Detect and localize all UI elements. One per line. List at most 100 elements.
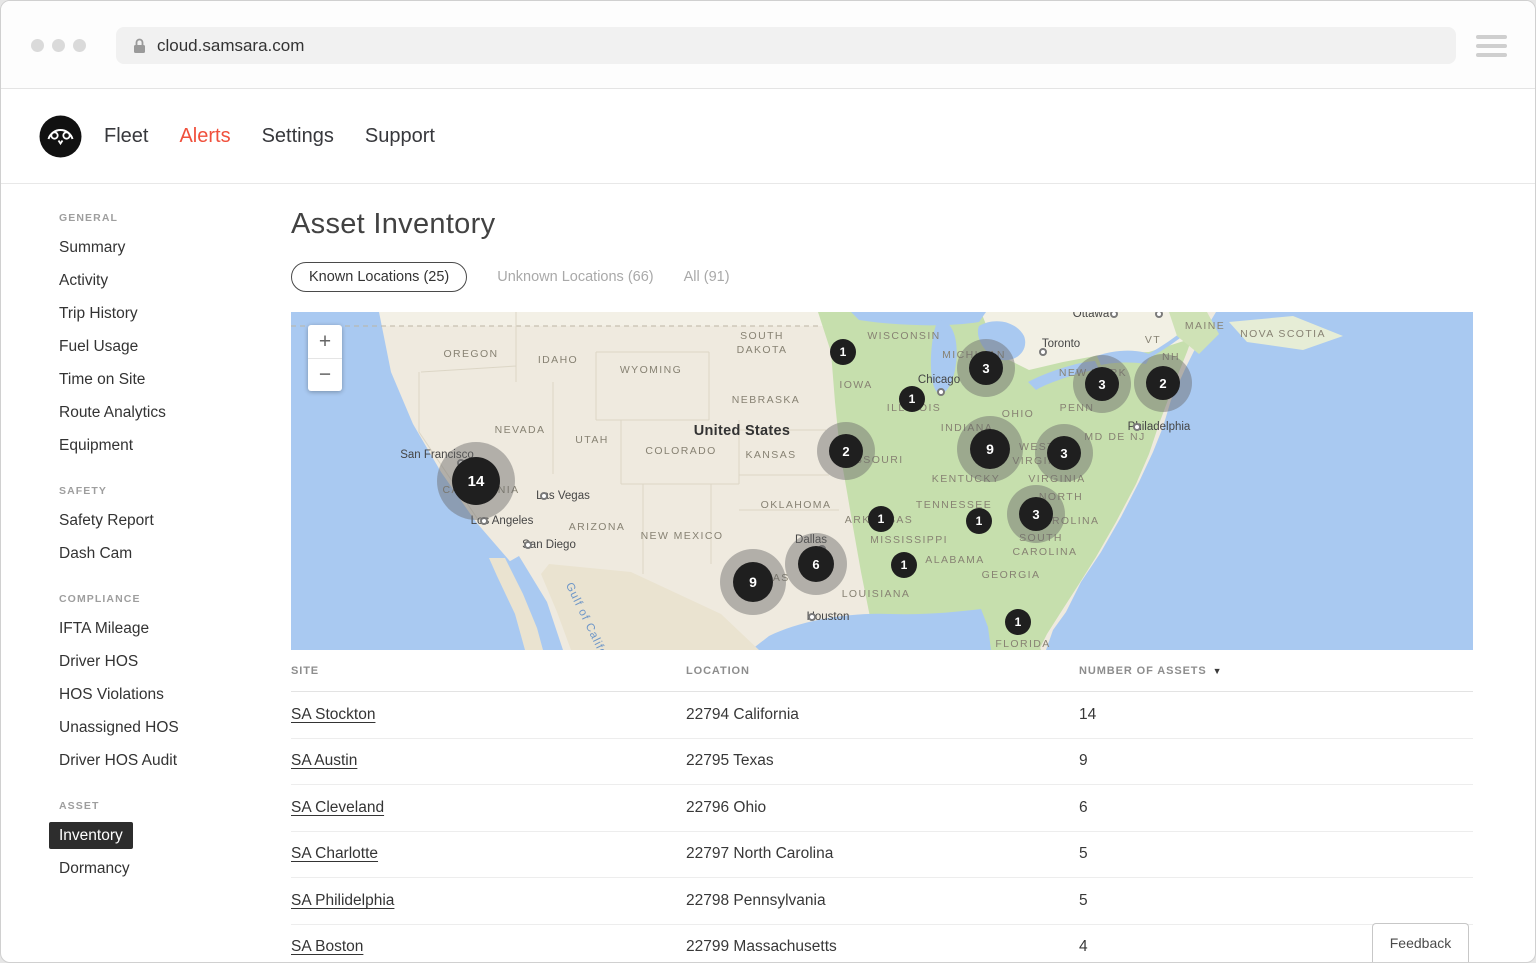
assets-count-cell: 14 — [1079, 706, 1473, 724]
browser-chrome: cloud.samsara.com — [1, 1, 1535, 89]
map-label-iowa: IOWA — [839, 379, 872, 391]
map-cluster-marker[interactable]: 2 — [1134, 354, 1192, 412]
map-cluster-marker[interactable]: 14 — [437, 442, 515, 520]
sidebar-item-ifta-mileage[interactable]: IFTA Mileage — [59, 612, 291, 645]
site-link-sa-stockton[interactable]: SA Stockton — [291, 706, 375, 723]
address-bar[interactable]: cloud.samsara.com — [116, 27, 1456, 64]
map-cluster-marker[interactable]: 9 — [720, 549, 786, 615]
location-cell: 22794 California — [686, 706, 1079, 724]
sidebar-item-safety-report[interactable]: Safety Report — [59, 504, 291, 537]
map-cluster-marker[interactable]: 1 — [830, 339, 856, 365]
sidebar-item-dormancy[interactable]: Dormancy — [59, 852, 291, 885]
sidebar-item-unassigned-hos[interactable]: Unassigned HOS — [59, 711, 291, 744]
samsara-logo[interactable] — [39, 115, 82, 158]
map-label-carolina: CAROLINA — [1013, 546, 1078, 558]
zoom-out-button[interactable]: − — [308, 358, 342, 391]
lock-icon — [133, 38, 146, 54]
map-label-wisconsin: WISCONSIN — [867, 330, 940, 342]
tab-all-91[interactable]: All (91) — [684, 269, 730, 285]
location-cell: 22799 Massachusetts — [686, 938, 1079, 956]
column-header-site[interactable]: SITE — [291, 665, 686, 677]
table-row: SA Charlotte22797 North Carolina5 — [291, 832, 1473, 879]
window-control-dot[interactable] — [31, 39, 44, 52]
site-link-sa-cleveland[interactable]: SA Cleveland — [291, 799, 384, 816]
zoom-in-button[interactable]: + — [308, 325, 342, 358]
map-cluster-marker[interactable]: 1 — [1005, 609, 1031, 635]
map-cluster-marker[interactable]: 3 — [1035, 424, 1093, 482]
map-cluster-marker[interactable]: 3 — [1007, 485, 1065, 543]
sort-descending-icon[interactable]: ▼ — [1213, 666, 1223, 676]
assets-count-cell: 9 — [1079, 752, 1473, 770]
map-label-wyoming: WYOMING — [620, 364, 682, 376]
map-label-vt: VT — [1145, 334, 1161, 346]
assets-count-cell: 5 — [1079, 845, 1473, 863]
site-link-sa-charlotte[interactable]: SA Charlotte — [291, 845, 378, 862]
site-link-sa-philidelphia[interactable]: SA Philidelphia — [291, 892, 394, 909]
nav-item-settings[interactable]: Settings — [262, 125, 334, 148]
sidebar-item-dash-cam[interactable]: Dash Cam — [59, 537, 291, 570]
feedback-button[interactable]: Feedback — [1372, 923, 1469, 962]
map-label-nova-scotia: NOVA SCOTIA — [1240, 328, 1326, 340]
sidebar-item-summary[interactable]: Summary — [59, 231, 291, 264]
map-label-colorado: COLORADO — [645, 445, 716, 457]
sidebar-item-hos-violations[interactable]: HOS Violations — [59, 678, 291, 711]
nav-item-alerts[interactable]: Alerts — [179, 125, 230, 148]
site-link-sa-austin[interactable]: SA Austin — [291, 752, 357, 769]
tab-known-locations-25[interactable]: Known Locations (25) — [291, 262, 467, 292]
map-label-mississippi: MISSISSIPPI — [870, 534, 948, 546]
map-label-oregon: OREGON — [443, 348, 498, 360]
map-cluster-marker[interactable]: 1 — [966, 508, 992, 534]
sidebar-section-title: ASSET — [59, 800, 291, 812]
browser-menu-icon[interactable] — [1476, 35, 1507, 57]
map-cluster-marker[interactable]: 9 — [957, 416, 1023, 482]
window-control-dot[interactable] — [73, 39, 86, 52]
city-dot — [808, 613, 816, 621]
table-row: SA Philidelphia22798 Pennsylvania5 — [291, 878, 1473, 925]
inventory-tabs: Known Locations (25) Unknown Locations (6… — [291, 261, 1473, 293]
nav-item-support[interactable]: Support — [365, 125, 435, 148]
map-zoom-control: + − — [308, 325, 342, 391]
column-header-location[interactable]: LOCATION — [686, 665, 1079, 677]
map-label-de-nj: DE NJ — [1108, 431, 1145, 443]
map-cluster-marker[interactable]: 1 — [868, 506, 894, 532]
sidebar-item-trip-history[interactable]: Trip History — [59, 297, 291, 330]
city-dot — [524, 541, 532, 549]
site-link-sa-boston[interactable]: SA Boston — [291, 938, 363, 955]
asset-table-header: SITE LOCATION NUMBER OF ASSETS ▼ — [291, 650, 1473, 692]
sidebar-item-fuel-usage[interactable]: Fuel Usage — [59, 330, 291, 363]
sidebar-section-title: SAFETY — [59, 485, 291, 497]
sidebar-item-route-analytics[interactable]: Route Analytics — [59, 396, 291, 429]
map-label-maine: MAINE — [1185, 320, 1225, 332]
sidebar-item-driver-hos-audit[interactable]: Driver HOS Audit — [59, 744, 291, 777]
sidebar-item-equipment[interactable]: Equipment — [59, 429, 291, 462]
asset-map[interactable]: United StatesOREGONIDAHOWYOMINGSOUTHDAKO… — [291, 312, 1473, 650]
map-label-new-mexico: NEW MEXICO — [641, 530, 724, 542]
sidebar-item-activity[interactable]: Activity — [59, 264, 291, 297]
map-label-nebraska: NEBRASKA — [732, 394, 800, 406]
location-cell: 22795 Texas — [686, 752, 1079, 770]
map-cluster-marker[interactable]: 6 — [785, 533, 847, 595]
map-cluster-marker[interactable]: 3 — [957, 339, 1015, 397]
sidebar-item-inventory[interactable]: Inventory — [59, 819, 291, 852]
map-cluster-marker[interactable]: 3 — [1073, 355, 1131, 413]
city-dot — [1039, 348, 1047, 356]
nav-item-fleet[interactable]: Fleet — [104, 125, 148, 148]
map-cluster-marker[interactable]: 2 — [817, 422, 875, 480]
tab-unknown-locations-66[interactable]: Unknown Locations (66) — [497, 269, 653, 285]
table-row: SA Stockton 22794 California14 — [291, 692, 1473, 739]
map-cluster-marker[interactable]: 1 — [891, 552, 917, 578]
assets-count-cell: 6 — [1079, 799, 1473, 817]
map-label-louisiana: LOUISIANA — [842, 588, 911, 600]
city-dot — [1133, 423, 1141, 431]
map-overlay: United StatesOREGONIDAHOWYOMINGSOUTHDAKO… — [291, 312, 1473, 650]
column-header-assets[interactable]: NUMBER OF ASSETS ▼ — [1079, 665, 1473, 677]
map-cluster-marker[interactable]: 1 — [899, 386, 925, 412]
window-controls[interactable] — [31, 39, 86, 52]
sidebar-section-safety: SAFETY Safety ReportDash Cam — [59, 485, 291, 570]
window-control-dot[interactable] — [52, 39, 65, 52]
sidebar-item-time-on-site[interactable]: Time on Site — [59, 363, 291, 396]
top-nav: Fleet Alerts Settings Support — [1, 89, 1535, 184]
map-label-south: SOUTH — [740, 330, 784, 342]
sidebar-item-driver-hos[interactable]: Driver HOS — [59, 645, 291, 678]
url-text[interactable]: cloud.samsara.com — [157, 36, 304, 56]
